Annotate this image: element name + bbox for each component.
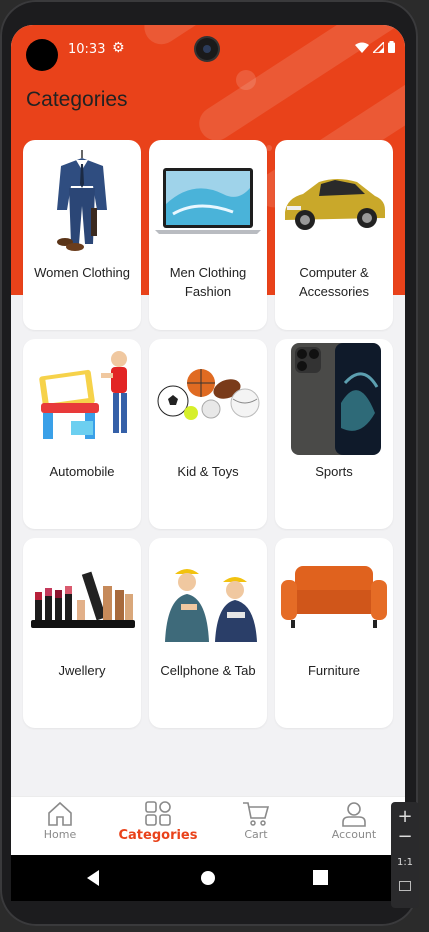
nav-cart[interactable]: Cart <box>211 801 301 853</box>
category-card[interactable]: Kid & Toys <box>149 339 267 529</box>
screenshot-icon[interactable] <box>391 876 419 895</box>
sport-balls-image <box>157 369 260 420</box>
nav-cart-label: Cart <box>244 828 268 841</box>
car-image <box>285 179 385 230</box>
system-navigation-bar <box>11 855 405 901</box>
workers-image <box>165 569 257 642</box>
system-icons <box>355 41 395 53</box>
category-label: Automobile <box>49 464 115 479</box>
signal-icon <box>373 41 384 53</box>
wifi-icon <box>355 42 369 53</box>
status-bar: 10:33 ⚙ <box>11 25 405 73</box>
cosmetics-image <box>31 571 135 628</box>
bottom-navigation: Home Categories Cart Account <box>11 796 405 855</box>
category-card[interactable]: Sports <box>275 339 393 529</box>
category-card[interactable]: Jwellery <box>23 538 141 728</box>
zoom-in-icon[interactable]: + <box>391 806 419 827</box>
nav-categories-label: Categories <box>118 828 198 843</box>
zoom-out-icon[interactable]: − <box>391 827 419 847</box>
nav-account[interactable]: Account <box>309 801 399 853</box>
category-label: Cellphone & Tab <box>160 663 256 678</box>
category-label: Men Clothing Fashion <box>169 265 247 299</box>
recents-icon[interactable] <box>313 870 328 885</box>
user-icon <box>342 802 366 827</box>
category-label: Computer & Accessories <box>298 265 370 299</box>
status-time: 10:33 <box>68 42 106 57</box>
app-screen: 10:33 ⚙ Categories Women Clothing Men Cl… <box>11 25 405 855</box>
battery-icon <box>388 41 395 53</box>
home-circle-icon[interactable] <box>200 870 216 886</box>
kid-drawing-desk-image <box>39 351 127 439</box>
zoom-actual-size[interactable]: 1:1 <box>391 857 419 868</box>
category-label: Jwellery <box>58 663 106 678</box>
category-card[interactable]: Automobile <box>23 339 141 529</box>
nav-home-label: Home <box>43 828 77 841</box>
camera-lens <box>196 38 218 60</box>
category-label: Kid & Toys <box>177 464 239 479</box>
emulator-zoom-panel: + − 1:1 <box>391 802 419 908</box>
category-card[interactable]: Computer & Accessories <box>275 140 393 330</box>
category-card[interactable]: Cellphone & Tab <box>149 538 267 728</box>
nav-categories[interactable]: Categories <box>113 801 203 853</box>
category-card[interactable]: Women Clothing <box>23 140 141 330</box>
nav-account-label: Account <box>331 828 377 841</box>
category-label: Women Clothing <box>34 265 130 280</box>
suit-image <box>57 150 107 251</box>
category-grid: Women Clothing Men Clothing Fashion Comp <box>23 140 393 728</box>
category-label: Furniture <box>307 663 361 678</box>
settings-gear-icon: ⚙ <box>112 40 125 56</box>
category-card[interactable]: Furniture <box>275 538 393 728</box>
category-card[interactable]: Men Clothing Fashion <box>149 140 267 330</box>
cart-icon <box>243 802 270 826</box>
laptop-image <box>155 168 261 234</box>
home-icon <box>48 801 72 826</box>
back-icon[interactable] <box>85 869 101 887</box>
front-camera <box>26 39 58 71</box>
sofa-image <box>281 566 387 628</box>
page-title: Categories <box>26 88 128 111</box>
grid-icon <box>145 801 171 826</box>
nav-home[interactable]: Home <box>15 801 105 853</box>
smartphone-image <box>291 343 381 455</box>
category-label: Sports <box>315 464 353 479</box>
